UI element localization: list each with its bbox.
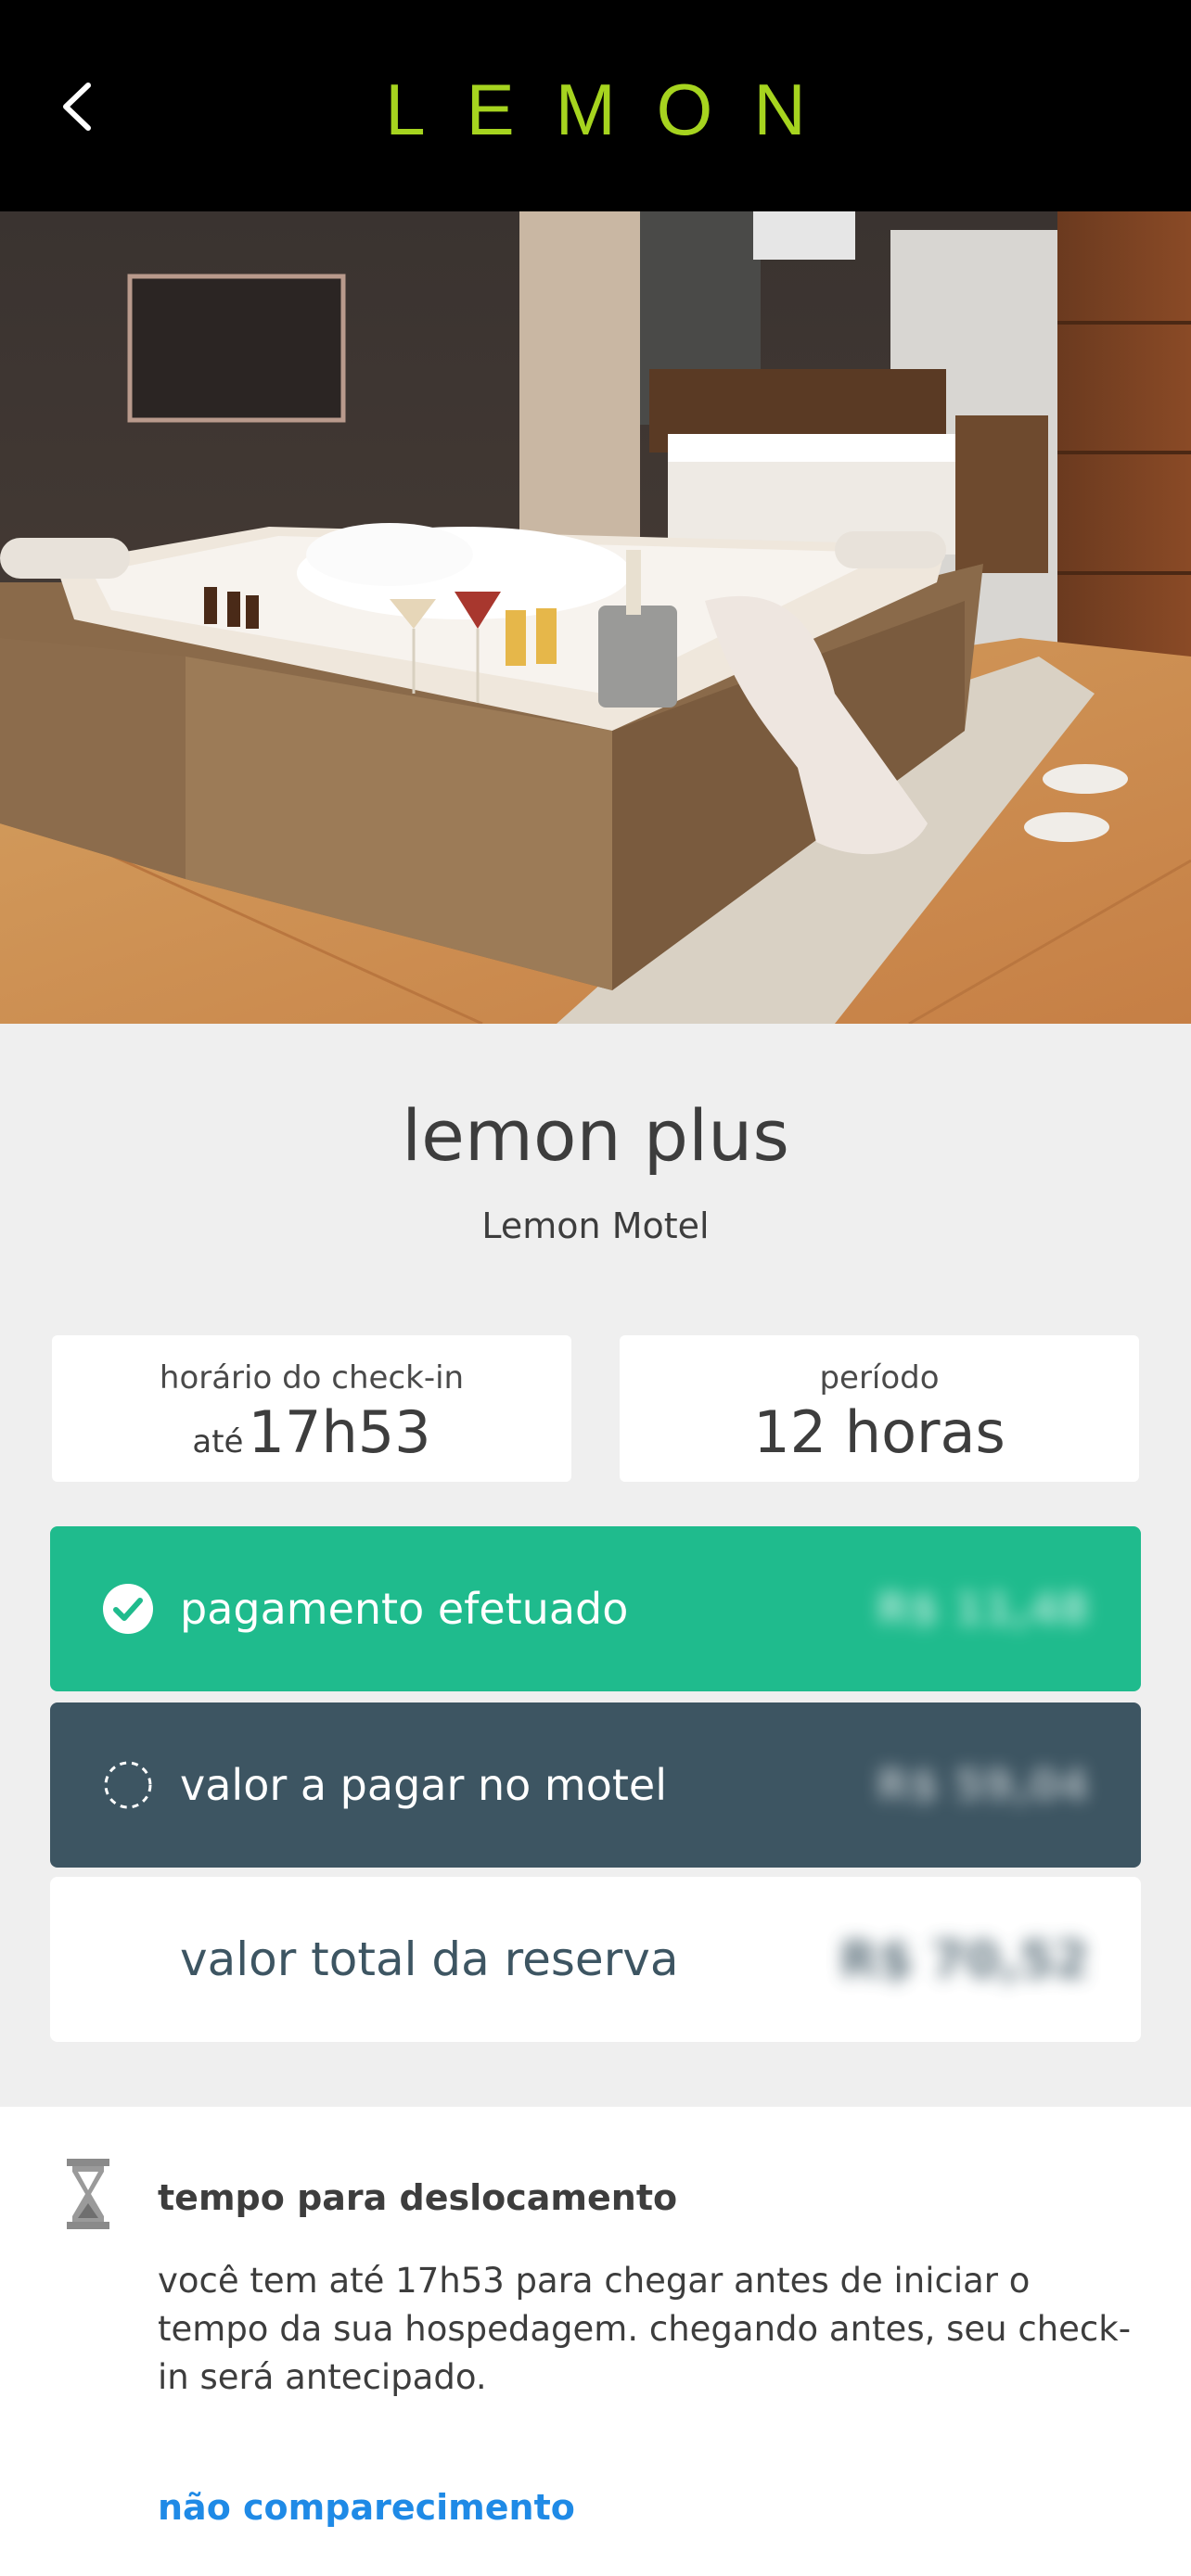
payment-due-label: valor a pagar no motel [180, 1760, 667, 1810]
app-header: LEMON [0, 0, 1191, 211]
payment-total-amount: R$ 70,52 [839, 1930, 1089, 1989]
dashed-circle-icon [104, 1761, 152, 1809]
period-value-row: 12 horas [620, 1398, 1139, 1466]
room-photo [0, 211, 1191, 1024]
payment-due-row: valor a pagar no motel R$ 59,04 [50, 1702, 1141, 1868]
payment-paid-amount: R$ 11,48 [877, 1584, 1089, 1634]
no-show-link[interactable]: não comparecimento [158, 2487, 575, 2528]
checkin-time: 17h53 [248, 1398, 431, 1466]
checkin-label: horário do check-in [159, 1359, 465, 1396]
room-title: lemon plus [402, 1094, 789, 1177]
payment-total-row: valor total da reserva R$ 70,52 [50, 1877, 1141, 2042]
period-value: 12 horas [753, 1398, 1005, 1466]
travel-description: você tem até 17h53 para chegar antes de … [158, 2261, 1132, 2397]
travel-title: tempo para deslocamento [158, 2177, 678, 2218]
checkin-value-row: até 17h53 [52, 1398, 571, 1466]
period-card: período 12 horas [620, 1335, 1139, 1482]
app-logo: LEMON [385, 69, 847, 150]
payment-total-label: valor total da reserva [180, 1932, 679, 1986]
checkin-prefix: até [192, 1423, 244, 1460]
period-label: período [819, 1359, 940, 1396]
checkin-card: horário do check-in até 17h53 [52, 1335, 571, 1482]
hourglass-icon [67, 2159, 109, 2229]
payment-paid-row: pagamento efetuado R$ 11,48 [50, 1526, 1141, 1691]
motel-name: Lemon Motel [481, 1205, 710, 1246]
payment-paid-label: pagamento efetuado [180, 1584, 629, 1634]
payment-due-amount: R$ 59,04 [877, 1760, 1089, 1810]
check-circle-icon [103, 1584, 153, 1634]
travel-info-section: tempo para deslocamento você tem até 17h… [0, 2107, 1191, 2576]
